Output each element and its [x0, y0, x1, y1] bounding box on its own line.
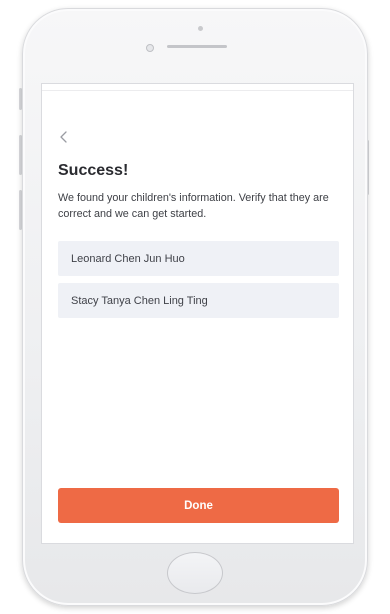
child-name: Leonard Chen Jun Huo — [71, 252, 185, 265]
child-item[interactable]: Leonard Chen Jun Huo — [58, 241, 339, 276]
child-name: Stacy Tanya Chen Ling Ting — [71, 294, 208, 307]
page-title: Success! — [58, 162, 129, 179]
front-camera — [198, 26, 203, 31]
children-list: Leonard Chen Jun Huo Stacy Tanya Chen Li… — [58, 241, 339, 325]
home-button — [167, 552, 223, 594]
status-bar-divider — [42, 90, 353, 91]
proximity-sensor — [146, 44, 154, 52]
app-screen: Success! We found your children's inform… — [41, 83, 354, 544]
done-button[interactable]: Done — [58, 488, 339, 523]
back-chevron-icon[interactable] — [57, 130, 71, 144]
phone-mockup-stage: Success! We found your children's inform… — [0, 0, 390, 614]
earpiece-speaker — [167, 45, 227, 48]
verification-message: We found your children's information. Ve… — [58, 192, 329, 220]
child-item[interactable]: Stacy Tanya Chen Ling Ting — [58, 283, 339, 318]
